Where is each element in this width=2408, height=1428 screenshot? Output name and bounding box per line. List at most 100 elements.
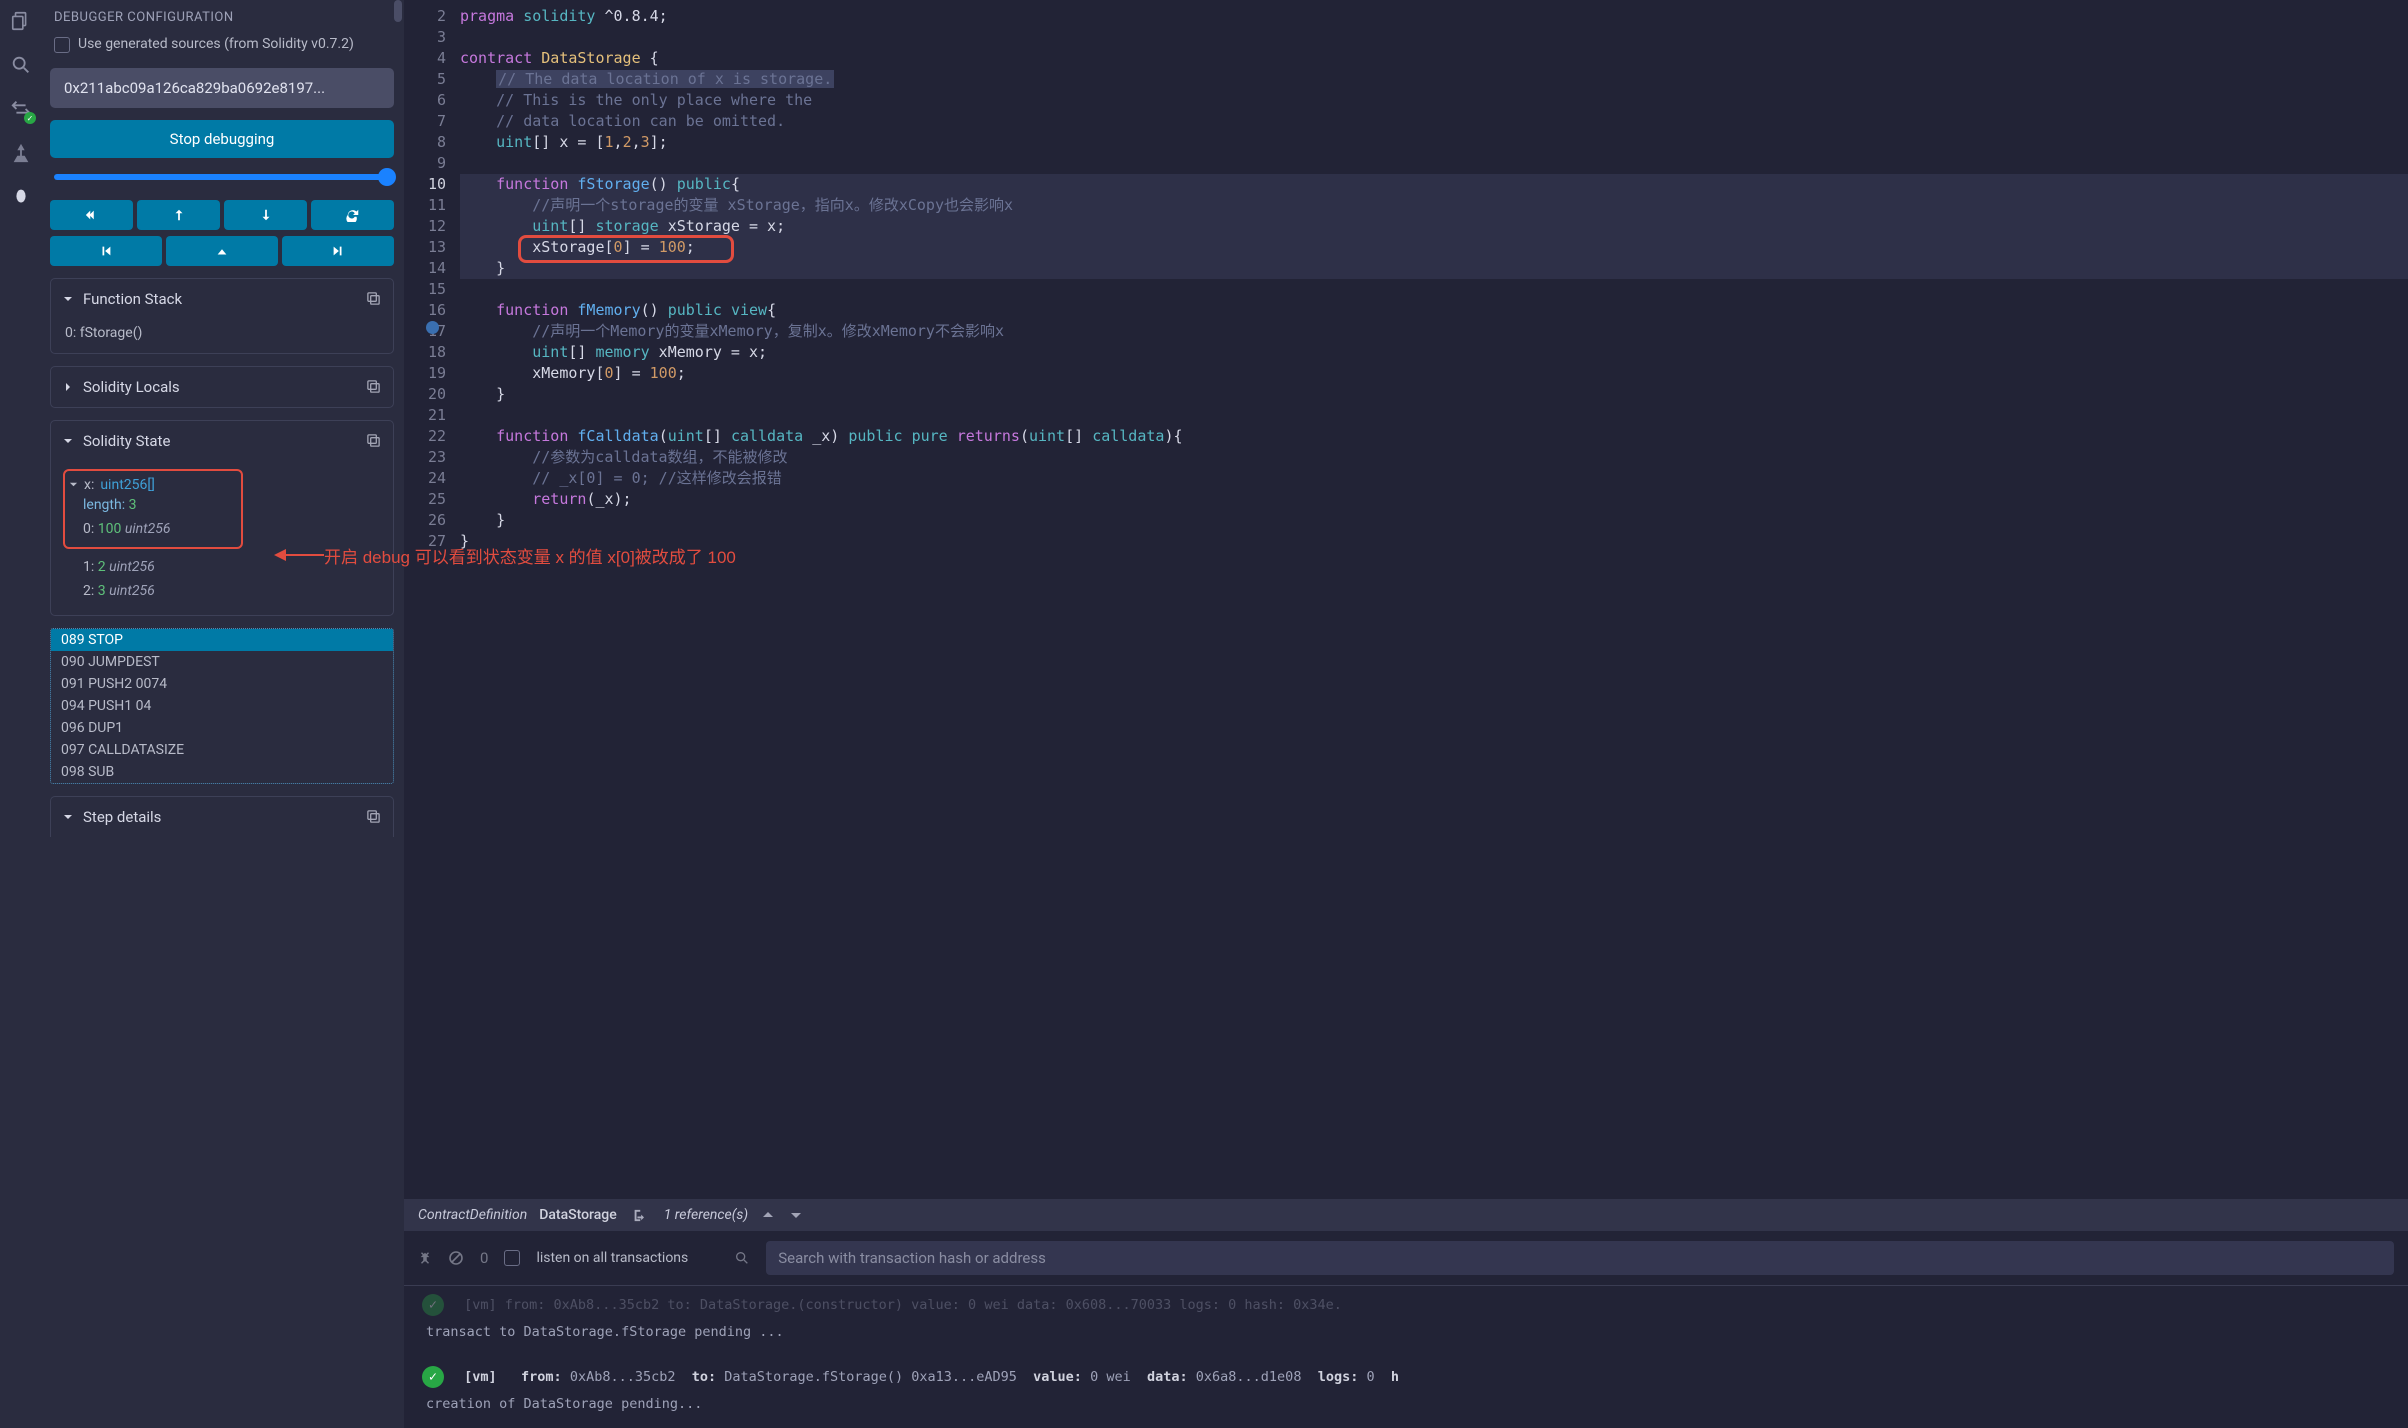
chevron-up-icon[interactable] xyxy=(760,1207,776,1223)
listen-checkbox[interactable] xyxy=(504,1250,520,1266)
step-details-header[interactable]: Step details xyxy=(51,797,393,837)
state-var-row[interactable]: x: uint256[] xyxy=(69,477,233,493)
nav-row-2 xyxy=(50,236,394,266)
function-stack-panel: Function Stack 0: fStorage() xyxy=(50,278,394,354)
step-slider[interactable] xyxy=(54,174,390,180)
code-line[interactable]: //声明一个Memory的变量xMemory，复制x。修改xMemory不会影响… xyxy=(460,321,2408,342)
use-generated-sources-row[interactable]: Use generated sources (from Solidity v0.… xyxy=(50,35,394,54)
line-number: 2 xyxy=(404,6,446,27)
item-value: 2 xyxy=(98,559,106,575)
share-icon[interactable] xyxy=(629,1208,644,1223)
stop-debugging-button[interactable]: Stop debugging xyxy=(50,120,394,158)
debugger-icon[interactable] xyxy=(10,186,32,208)
opcode-item[interactable]: 090 JUMPDEST xyxy=(51,651,393,673)
step-back-button[interactable] xyxy=(50,200,133,230)
opcode-item[interactable]: 091 PUSH2 0074 xyxy=(51,673,393,695)
code-line[interactable] xyxy=(460,279,2408,300)
line-number: 12 xyxy=(404,216,446,237)
code-line[interactable]: uint[] x = [1,2,3]; xyxy=(460,132,2408,153)
state-item-2: 2: 3 uint256 xyxy=(65,579,379,603)
checkbox-icon[interactable] xyxy=(54,37,70,53)
line-number: 16 xyxy=(404,300,446,321)
reference-bar: ContractDefinition DataStorage 1 referen… xyxy=(404,1199,2408,1231)
line-number: 26 xyxy=(404,510,446,531)
opcode-item[interactable]: 096 DUP1 xyxy=(51,717,393,739)
step-into-button[interactable] xyxy=(224,200,307,230)
code-area[interactable]: pragma solidity ^0.8.4; contract DataStor… xyxy=(460,6,2408,1199)
chevron-down-icon[interactable] xyxy=(788,1207,804,1223)
code-line[interactable]: pragma solidity ^0.8.4; xyxy=(460,6,2408,27)
code-line[interactable]: // data location can be omitted. xyxy=(460,111,2408,132)
chevron-down-icon xyxy=(69,480,78,489)
code-line[interactable] xyxy=(460,153,2408,174)
code-line[interactable]: return(_x); xyxy=(460,489,2408,510)
log-logs-val: 0 xyxy=(1367,1369,1375,1385)
collapse-icon[interactable] xyxy=(418,1251,432,1265)
annotation-box-code xyxy=(518,235,734,263)
search-icon[interactable] xyxy=(10,54,32,76)
jump-out-button[interactable] xyxy=(166,236,278,266)
code-line[interactable]: //声明一个storage的变量 xStorage，指向x。修改xCopy也会影… xyxy=(460,195,2408,216)
code-line[interactable]: xStorage[0] = 100; xyxy=(460,237,2408,258)
copy-icon[interactable] xyxy=(366,379,381,394)
code-line[interactable]: } xyxy=(460,510,2408,531)
tx-search-input[interactable]: Search with transaction hash or address xyxy=(766,1241,2394,1275)
log-from-val: 0xAb8...35cb2 xyxy=(570,1369,676,1385)
item-type: uint256 xyxy=(109,559,155,575)
code-line[interactable]: // This is the only place where the xyxy=(460,90,2408,111)
use-generated-sources-label: Use generated sources (from Solidity v0.… xyxy=(78,35,354,54)
code-line[interactable]: } xyxy=(460,384,2408,405)
log-to-label: to: xyxy=(692,1369,716,1385)
state-item-0: 0: 100 uint256 xyxy=(69,517,233,541)
terminal-output[interactable]: ✓ [vm] from: 0xAb8...35cb2 to: DataStora… xyxy=(404,1286,2408,1428)
solidity-state-header[interactable]: Solidity State xyxy=(51,421,393,461)
slider-thumb[interactable] xyxy=(378,168,396,186)
opcode-item[interactable]: 098 SUB xyxy=(51,761,393,783)
files-icon[interactable] xyxy=(10,10,32,32)
item-value: 100 xyxy=(98,521,122,537)
opcode-item[interactable]: 094 PUSH1 04 xyxy=(51,695,393,717)
code-line[interactable]: function fStorage() public{ xyxy=(460,174,2408,195)
code-line[interactable]: xMemory[0] = 100; xyxy=(460,363,2408,384)
code-line[interactable]: contract DataStorage { xyxy=(460,48,2408,69)
tx-hash-input[interactable]: 0x211abc09a126ca829ba0692e8197... xyxy=(50,68,394,108)
copy-icon[interactable] xyxy=(366,433,381,448)
code-line[interactable]: // _x[0] = 0; //这样修改会报错 xyxy=(460,468,2408,489)
solidity-locals-header[interactable]: Solidity Locals xyxy=(51,367,393,407)
solidity-locals-panel: Solidity Locals xyxy=(50,366,394,408)
jump-prev-button[interactable] xyxy=(50,236,162,266)
copy-icon[interactable] xyxy=(366,809,381,824)
breakpoint-icon[interactable] xyxy=(426,321,439,334)
step-out-button[interactable] xyxy=(137,200,220,230)
code-line[interactable]: uint[] memory xMemory = x; xyxy=(460,342,2408,363)
jump-next-button[interactable] xyxy=(282,236,394,266)
code-editor[interactable]: 2345678910111213141516171819202122232425… xyxy=(404,0,2408,1199)
code-line[interactable]: } xyxy=(460,531,2408,552)
solidity-state-panel: Solidity State x: uint256[] length: 3 0: xyxy=(50,420,394,616)
code-line[interactable] xyxy=(460,27,2408,48)
code-line[interactable]: // The data location of x is storage. xyxy=(460,69,2408,90)
code-line[interactable]: uint[] storage xStorage = x; xyxy=(460,216,2408,237)
swap-icon[interactable]: ✓ xyxy=(10,98,32,120)
log-text: creation of DataStorage pending... xyxy=(426,1396,702,1412)
log-text: [vm] from: 0xAb8...35cb2 to: DataStorage… xyxy=(464,1297,1342,1313)
function-stack-header[interactable]: Function Stack xyxy=(51,279,393,319)
terminal-line: ✓ [vm] from: 0xAb8...35cb2 to: DataStora… xyxy=(422,1362,2390,1392)
code-line[interactable]: } xyxy=(460,258,2408,279)
code-line[interactable]: //参数为calldata数组，不能被修改 xyxy=(460,447,2408,468)
step-over-button[interactable] xyxy=(311,200,394,230)
scrollbar[interactable] xyxy=(394,0,402,22)
solidity-state-title: Solidity State xyxy=(83,432,170,450)
block-icon[interactable] xyxy=(448,1250,464,1266)
deploy-icon[interactable] xyxy=(10,142,32,164)
opcode-item[interactable]: 089 STOP xyxy=(51,629,393,651)
opcode-item[interactable]: 097 CALLDATASIZE xyxy=(51,739,393,761)
copy-icon[interactable] xyxy=(366,291,381,306)
check-badge: ✓ xyxy=(24,112,36,124)
code-line[interactable]: function fCalldata(uint[] calldata _x) p… xyxy=(460,426,2408,447)
code-line[interactable]: function fMemory() public view{ xyxy=(460,300,2408,321)
line-number: 15 xyxy=(404,279,446,300)
code-line[interactable] xyxy=(460,405,2408,426)
search-icon[interactable] xyxy=(734,1250,750,1266)
line-gutter: 2345678910111213141516171819202122232425… xyxy=(404,6,460,1199)
